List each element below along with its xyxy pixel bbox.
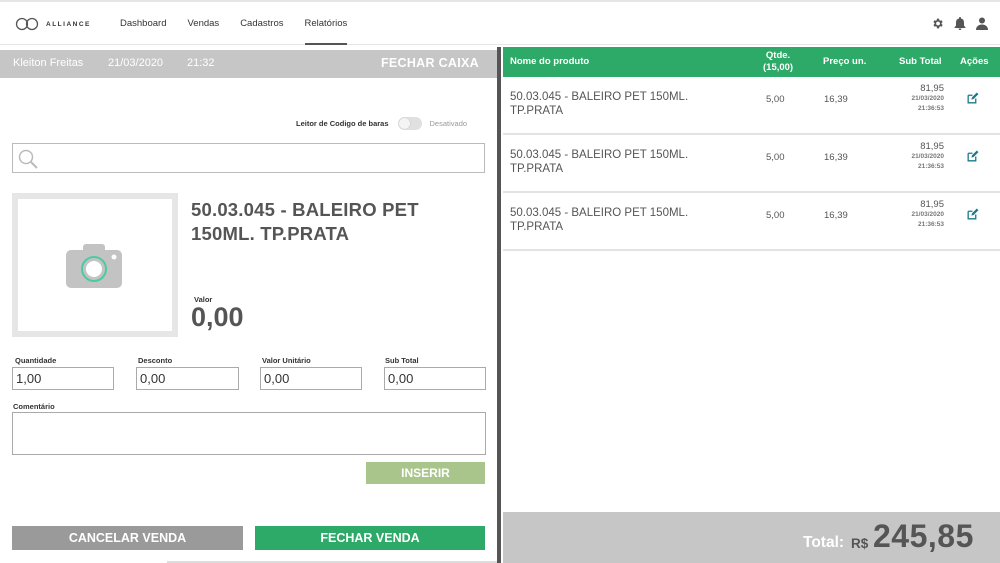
barcode-reader-toggle[interactable] [397, 117, 422, 130]
row-subtotal-value: 81,95 [920, 83, 944, 94]
top-navbar: ALLIANCE Dashboard Vendas Cadastros Rela… [0, 0, 1000, 45]
edit-icon[interactable] [966, 208, 979, 221]
nav-cadastros[interactable]: Cadastros [240, 2, 283, 46]
sale-items-panel: Nome do produto Qtde. (15,00) Preço un. … [503, 47, 1000, 563]
subtotal-label: Sub Total [385, 356, 419, 365]
total-bar: Total: R$ 245,85 [503, 512, 1000, 563]
row-subtotal: 81,95 21/03/2020 21:36:53 [911, 141, 944, 171]
price-value: 0,00 [191, 302, 244, 332]
row-unit-price: 16,39 [824, 210, 848, 221]
cashier-date: 21/03/2020 [108, 57, 164, 69]
col-quantity-label: Qtde. [765, 50, 791, 61]
row-unit-price: 16,39 [824, 94, 848, 105]
bell-icon[interactable] [954, 17, 966, 30]
row-unit-price: 16,39 [824, 152, 848, 163]
row-date: 21/03/2020 [911, 211, 944, 218]
product-title: 50.03.045 - BALEIRO PET 150ML. TP.PRATA [191, 199, 419, 244]
row-product-name: 50.03.045 - BALEIRO PET 150ML. TP.PRATA [510, 149, 689, 175]
col-quantity-total: (15,00) [763, 62, 794, 73]
col-subtotal: Sub Total [899, 56, 942, 67]
col-actions: Ações [960, 56, 989, 67]
close-cashier-button[interactable]: FECHAR CAIXA [381, 56, 479, 70]
cashier-user: Kleiton Freitas [13, 57, 84, 69]
gear-icon[interactable] [931, 17, 944, 30]
col-product-name: Nome do produto [510, 56, 590, 67]
camera-icon [66, 244, 122, 288]
col-quantity: Qtde. (15,00) [763, 50, 793, 74]
comment-textarea[interactable] [12, 412, 486, 455]
row-subtotal: 81,95 21/03/2020 21:36:53 [911, 199, 944, 229]
row-quantity: 5,00 [766, 152, 785, 163]
row-time: 21:36:53 [917, 220, 944, 228]
top-icons [931, 17, 988, 30]
total-value: 245,85 [873, 518, 974, 554]
total-label: Total: [803, 534, 845, 551]
cashier-header: Kleiton Freitas 21/03/2020 21:32 FECHAR … [0, 50, 497, 78]
subtotal-field[interactable]: 0,00 [384, 367, 486, 390]
row-subtotal-value: 81,95 [920, 199, 944, 210]
table-row[interactable]: 50.03.045 - BALEIRO PET 150ML. TP.PRATA … [503, 77, 1000, 135]
unit-price-label: Valor Unitário [262, 356, 311, 365]
product-search-input[interactable] [12, 143, 485, 173]
comment-label: Comentário [13, 402, 55, 411]
cashier-time: 21:32 [187, 57, 215, 69]
nav-relatorios[interactable]: Relatórios [304, 2, 348, 45]
row-date: 21/03/2020 [911, 153, 944, 160]
row-time: 21:36:53 [917, 104, 944, 112]
main-nav: Dashboard Vendas Cadastros Relatórios [120, 2, 368, 46]
barcode-reader-toggle-row: Leitor de Codigo de baras Desativado [296, 117, 467, 130]
logo-text: ALLIANCE [46, 20, 91, 28]
search-icon [18, 149, 38, 169]
quantity-field[interactable]: 1,00 [12, 367, 114, 390]
row-subtotal: 81,95 21/03/2020 21:36:53 [911, 83, 944, 113]
table-row[interactable]: 50.03.045 - BALEIRO PET 150ML. TP.PRATA … [503, 135, 1000, 193]
cancel-sale-button[interactable]: CANCELAR VENDA [12, 526, 243, 550]
barcode-reader-label: Leitor de Codigo de baras [296, 119, 389, 128]
row-time: 21:36:53 [917, 162, 944, 170]
product-photo [12, 193, 178, 337]
close-sale-button[interactable]: FECHAR VENDA [255, 526, 485, 550]
row-product-name: 50.03.045 - BALEIRO PET 150ML. TP.PRATA [510, 91, 689, 117]
alliance-logo[interactable]: ALLIANCE [15, 16, 91, 32]
table-row[interactable]: 50.03.045 - BALEIRO PET 150ML. TP.PRATA … [503, 193, 1000, 251]
barcode-reader-state: Desativado [429, 119, 468, 128]
row-quantity: 5,00 [766, 94, 785, 105]
items-table-header: Nome do produto Qtde. (15,00) Preço un. … [503, 47, 1000, 77]
row-quantity: 5,00 [766, 210, 785, 221]
total-currency: R$ [851, 536, 869, 551]
edit-icon[interactable] [966, 150, 979, 163]
panel-divider [497, 47, 501, 563]
discount-field[interactable]: 0,00 [136, 367, 239, 390]
row-product-name: 50.03.045 - BALEIRO PET 150ML. TP.PRATA [510, 207, 689, 233]
nav-vendas[interactable]: Vendas [187, 2, 219, 46]
user-icon[interactable] [976, 17, 988, 30]
edit-icon[interactable] [966, 92, 979, 105]
discount-label: Desconto [138, 356, 173, 365]
insert-button[interactable]: INSERIR [366, 462, 485, 484]
quantity-label: Quantidade [15, 356, 57, 365]
nav-dashboard[interactable]: Dashboard [120, 2, 166, 46]
row-date: 21/03/2020 [911, 95, 944, 102]
col-unit-price: Preço un. [823, 56, 867, 67]
infinity-logo-icon [15, 17, 39, 31]
row-subtotal-value: 81,95 [920, 141, 944, 152]
unit-price-field[interactable]: 0,00 [260, 367, 362, 390]
